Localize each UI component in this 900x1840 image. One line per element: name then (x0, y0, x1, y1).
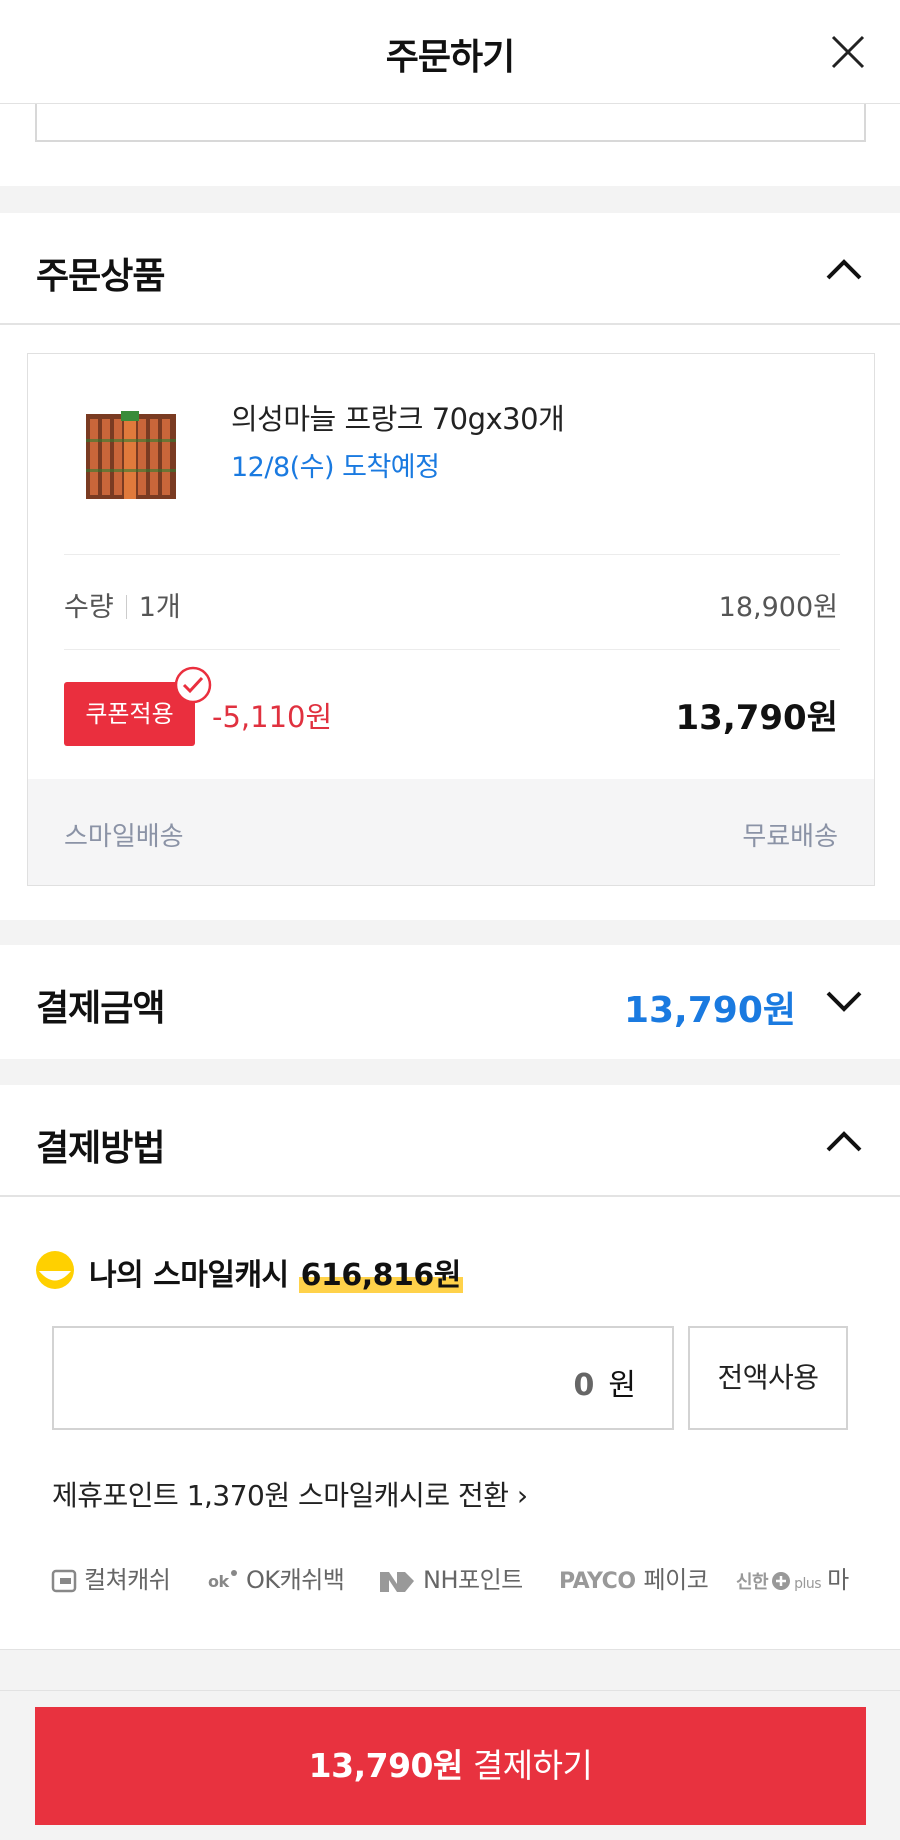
point-convert-text: 제휴포인트 1,370원 스마일캐시로 전환 (52, 1479, 509, 1512)
section-title: 주문상품 (36, 256, 165, 297)
address-box-remnant (0, 104, 900, 186)
chevron-up-icon[interactable] (824, 1123, 864, 1159)
smile-cash-balance: 나의 스마일캐시 616,816원 (89, 1250, 463, 1294)
payment-method-header[interactable]: 결제방법 (0, 1085, 900, 1197)
shinhan-plus-icon (772, 1572, 791, 1590)
payment-amount-header[interactable]: 결제금액 13,790원 (0, 945, 900, 1057)
page-title: 주문하기 (385, 37, 515, 78)
shipping-fee: 무료배송 (742, 822, 838, 852)
shipping-row: 스마일배송 무료배송 (28, 779, 874, 885)
point-convert-link[interactable]: 제휴포인트 1,370원 스마일캐시로 전환 › (52, 1474, 528, 1514)
pay-amount: 13,790원 (308, 1746, 464, 1785)
shinhan-plus-logo: plus (794, 1576, 822, 1592)
product-name[interactable]: 의성마늘 프랑크 70gx30개 (231, 396, 565, 438)
divider (64, 554, 840, 555)
arrival-date: 12/8(수) 도착예정 (231, 452, 440, 483)
use-full-button[interactable]: 전액사용 (688, 1326, 848, 1430)
product-card: 의성마늘 프랑크 70gx30개 12/8(수) 도착예정 수량 1개 18,90… (27, 353, 875, 886)
chevron-right-icon: › (516, 1479, 528, 1512)
quantity-value: 1개 (138, 592, 181, 623)
payment-amount-value: 13,790원 (623, 990, 796, 1031)
input-unit: 원 (608, 1368, 636, 1403)
quantity-label: 수량 (64, 592, 114, 623)
smile-cash-input[interactable]: 0원 (52, 1326, 674, 1430)
point-payco[interactable]: PAYCO 페이코 (559, 1560, 709, 1595)
discount-amount: -5,110원 (212, 700, 333, 734)
divider (64, 649, 840, 650)
header: 주문하기 (0, 0, 900, 104)
chevron-up-icon[interactable] (824, 251, 864, 287)
smile-cash-label: 나의 스마일캐시 (89, 1258, 289, 1293)
shinhan-logo: 신한 (736, 1572, 769, 1593)
point-nh[interactable]: NH포인트 (377, 1560, 523, 1595)
svg-text:ok: ok (208, 1572, 229, 1591)
culture-cash-icon (51, 1569, 77, 1593)
point-ok-cashbag[interactable]: ok OK캐쉬백 (208, 1560, 345, 1595)
original-price: 18,900원 (718, 592, 838, 623)
point-shinhan-plus[interactable]: 신한 plus마이 (736, 1560, 850, 1595)
check-circle-icon (174, 666, 212, 704)
pay-label: 결제하기 (472, 1746, 593, 1785)
quantity-row: 수량 1개 (64, 585, 181, 624)
section-title: 결제방법 (36, 1128, 165, 1169)
order-items-header[interactable]: 주문상품 (0, 213, 900, 325)
payco-logo: PAYCO (559, 1569, 636, 1594)
product-image[interactable] (76, 399, 186, 509)
bottom-bar: 13,790원 결제하기 (0, 1690, 900, 1840)
smile-cash-icon (36, 1251, 74, 1289)
chevron-down-icon[interactable] (824, 983, 864, 1019)
address-box (35, 104, 866, 142)
payment-amount-section[interactable]: 결제금액 13,790원 (0, 945, 900, 1059)
ok-cashbag-icon: ok (208, 1570, 237, 1591)
close-icon[interactable] (830, 34, 866, 70)
input-value: 0 (573, 1368, 595, 1403)
final-price: 13,790원 (675, 698, 838, 738)
pay-button[interactable]: 13,790원 결제하기 (35, 1707, 866, 1825)
nh-point-icon (380, 1572, 414, 1592)
section-title: 결제금액 (36, 988, 165, 1029)
shipping-type: 스마일배송 (64, 822, 184, 852)
smile-cash-amount: 616,816원 (298, 1258, 463, 1293)
point-culture-cash[interactable]: 컬쳐캐쉬 (50, 1560, 171, 1595)
partner-points-list: 컬쳐캐쉬 ok OK캐쉬백 NH포인트 PAYCO페이코 신한 plus마이 (50, 1556, 850, 1596)
